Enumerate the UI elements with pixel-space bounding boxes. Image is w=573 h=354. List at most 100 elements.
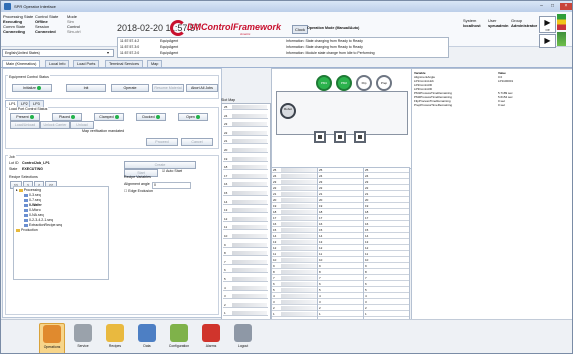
- grid-row[interactable]: 2: [364, 306, 409, 311]
- grid-row[interactable]: 8: [364, 270, 409, 275]
- init-button[interactable]: Init: [66, 84, 106, 92]
- auto-start-checkbox[interactable]: ☑ Auto Start: [162, 169, 182, 174]
- slot-row[interactable]: 25: [223, 105, 268, 110]
- message-row[interactable]: 11:57:57.4:2 EquipAgent Information: State…: [120, 39, 446, 44]
- slot-row[interactable]: 22: [223, 130, 268, 136]
- nav-alarms[interactable]: Alarms: [199, 323, 223, 353]
- grid-row[interactable]: 19: [318, 204, 363, 209]
- nav-recipes[interactable]: Recipes: [103, 323, 127, 353]
- slot-row[interactable]: 6: [223, 268, 268, 274]
- grid-row[interactable]: 14: [364, 234, 409, 239]
- pm2-module[interactable]: PM2: [336, 75, 352, 91]
- load-unload-button[interactable]: Load/Unload: [10, 121, 40, 129]
- edge-exclusion-checkbox[interactable]: ☐ Edge Exclusion: [124, 189, 153, 194]
- tab-map[interactable]: Map: [147, 60, 163, 67]
- tree-folder-production[interactable]: Production: [16, 228, 38, 233]
- grid-row[interactable]: 20: [318, 198, 363, 203]
- mode-option[interactable]: Sim-ctrl: [67, 29, 81, 34]
- grid-row[interactable]: 13: [272, 240, 317, 245]
- grid-row[interactable]: 1: [272, 312, 317, 317]
- grid-row[interactable]: 6: [318, 282, 363, 287]
- slot-row[interactable]: 3: [223, 294, 268, 300]
- grid-row[interactable]: 15: [364, 228, 409, 233]
- message-row[interactable]: 11:57:57.2:0 EquipAgent Information: Modul…: [120, 51, 446, 56]
- tab-local-info[interactable]: Local Info: [45, 60, 70, 67]
- grid-row[interactable]: 5: [272, 288, 317, 293]
- create-button[interactable]: Create: [124, 161, 196, 169]
- grid-row[interactable]: 24: [364, 174, 409, 179]
- grid-row[interactable]: 21: [318, 192, 363, 197]
- tab-terminal-services[interactable]: Terminal Services: [105, 60, 143, 67]
- grid-row[interactable]: 1: [318, 312, 363, 317]
- slot-row[interactable]: 23: [223, 122, 268, 128]
- grid-row[interactable]: 16: [272, 222, 317, 227]
- grid-row[interactable]: 21: [272, 192, 317, 197]
- slot-row[interactable]: 12: [223, 216, 268, 222]
- nav-logout[interactable]: Logout: [231, 323, 255, 353]
- message-list[interactable]: 11:57:57.4:2 EquipAgent Information: State…: [117, 37, 449, 58]
- slot-row[interactable]: 2: [223, 302, 268, 308]
- grid-row[interactable]: 17: [272, 216, 317, 221]
- slot-row[interactable]: 19: [223, 156, 268, 162]
- grid-row[interactable]: 23: [364, 180, 409, 185]
- nav-operations[interactable]: Operations: [39, 323, 65, 353]
- grid-row[interactable]: 16: [364, 222, 409, 227]
- locale-select[interactable]: English(United States): [2, 49, 114, 57]
- grid-row[interactable]: 25: [318, 168, 363, 173]
- grid-row[interactable]: 23: [272, 180, 317, 185]
- grid-row[interactable]: 12: [318, 246, 363, 251]
- grid-row[interactable]: 10: [318, 258, 363, 263]
- clock-button[interactable]: Clock: [292, 25, 309, 34]
- recipe-tree[interactable]: ▸ Processing 0-3.seq 0-7.seq 0-Wafer 0-M…: [13, 186, 109, 280]
- grid-row[interactable]: 12: [364, 246, 409, 251]
- grid-row[interactable]: 12: [272, 246, 317, 251]
- grid-row[interactable]: 11: [272, 252, 317, 257]
- grid-row[interactable]: 9: [272, 264, 317, 269]
- grid-row[interactable]: 18: [364, 210, 409, 215]
- grid-row[interactable]: 24: [272, 174, 317, 179]
- minimize-button[interactable]: –: [537, 3, 546, 10]
- slot-row[interactable]: 20: [223, 148, 268, 153]
- nav-service[interactable]: Service: [71, 323, 95, 353]
- grid-row[interactable]: 19: [272, 204, 317, 209]
- pm1-module[interactable]: PM1: [316, 75, 332, 91]
- grid-row[interactable]: 24: [318, 174, 363, 179]
- slot-row[interactable]: 8: [223, 251, 268, 257]
- slot-row[interactable]: 10: [223, 234, 268, 239]
- grid-row[interactable]: 17: [364, 216, 409, 221]
- grid-row[interactable]: 9: [318, 264, 363, 269]
- grid-row[interactable]: 25: [364, 168, 409, 173]
- close-button[interactable]: ×: [560, 3, 572, 10]
- grid-row[interactable]: 8: [272, 270, 317, 275]
- grid-row[interactable]: 19: [364, 204, 409, 209]
- grid-row[interactable]: 16: [318, 222, 363, 227]
- grid-row[interactable]: 7: [364, 276, 409, 281]
- slot-row[interactable]: 15: [223, 191, 268, 196]
- slot-row[interactable]: 18: [223, 165, 268, 171]
- grid-row[interactable]: 13: [318, 240, 363, 245]
- grid-row[interactable]: 21: [364, 192, 409, 197]
- table-row[interactable]: PrepProcessTimeRemaining 0 sec: [414, 103, 572, 107]
- chevron-down-icon[interactable]: ▾: [107, 50, 109, 55]
- grid-row[interactable]: 8: [318, 270, 363, 275]
- grid-row[interactable]: 7: [272, 276, 317, 281]
- slot-row[interactable]: 11: [223, 225, 268, 231]
- maximize-button[interactable]: □: [548, 3, 557, 10]
- grid-row[interactable]: 18: [318, 210, 363, 215]
- abort-all-jobs-button[interactable]: Abort All Jobs: [186, 84, 218, 92]
- unlock-carrier-button[interactable]: Unlock Carrier: [40, 121, 70, 129]
- slot-row[interactable]: 9: [223, 242, 268, 248]
- slot-row[interactable]: 24: [223, 113, 268, 119]
- tab-main[interactable]: Main (Kinematics): [2, 60, 41, 67]
- slot-row[interactable]: 16: [223, 182, 268, 188]
- slot-row[interactable]: 7: [223, 259, 268, 265]
- grid-row[interactable]: 3: [318, 300, 363, 305]
- grid-row[interactable]: 3: [272, 300, 317, 305]
- tab-load-ports[interactable]: Load Ports: [73, 60, 100, 67]
- message-row[interactable]: 11:57:57.3:0 EquipAgent Information: State…: [120, 45, 446, 50]
- grid-row[interactable]: 5: [364, 288, 409, 293]
- grid-row[interactable]: 2: [318, 306, 363, 311]
- grid-row[interactable]: 25: [272, 168, 317, 173]
- grid-row[interactable]: 22: [364, 186, 409, 191]
- slot-row[interactable]: 1: [223, 311, 268, 317]
